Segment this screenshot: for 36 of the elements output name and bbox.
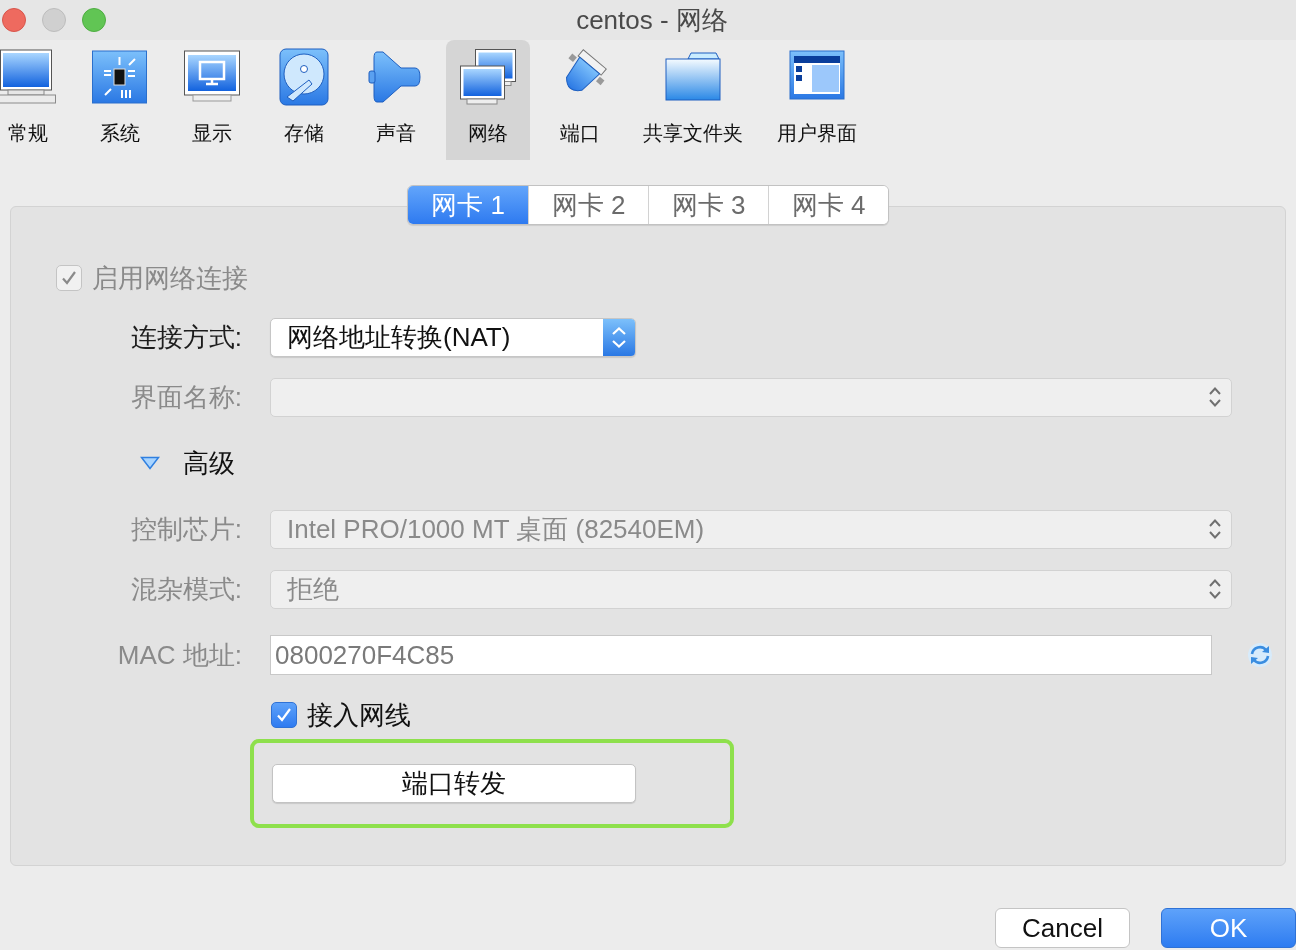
adapter-tab[interactable]: 网卡 4: [768, 186, 888, 224]
toolbar-button[interactable]: 存储: [262, 40, 346, 160]
section-label: 高级: [183, 446, 235, 480]
monitors-icon: [459, 48, 517, 106]
toolbar-button[interactable]: 系统: [78, 40, 162, 160]
chip-icon: [91, 48, 149, 106]
refresh-icon[interactable]: [1247, 642, 1273, 668]
chevrons-icon: [1208, 385, 1222, 409]
checkmark-icon: [275, 706, 293, 724]
cancel-button[interactable]: Cancel: [995, 908, 1130, 948]
checkmark-icon: [60, 269, 78, 287]
toolbar-button[interactable]: 共享文件夹: [630, 40, 756, 160]
toolbar-button[interactable]: 网络: [446, 40, 530, 160]
adapter-tab[interactable]: 网卡 3: [648, 186, 768, 224]
zoom-button[interactable]: [82, 8, 106, 32]
chevrons-icon: [1208, 517, 1222, 541]
toolbar-button[interactable]: 常规: [0, 40, 70, 160]
checkbox-label[interactable]: 接入网线: [307, 697, 411, 733]
field-label: 连接方式:: [129, 320, 242, 354]
checkbox[interactable]: [271, 702, 297, 728]
dropdown[interactable]: 网络地址转换(NAT): [270, 317, 636, 357]
disclosure-triangle-icon[interactable]: [140, 456, 160, 470]
field-label: MAC 地址:: [116, 638, 242, 672]
field-label: 混杂模式:: [129, 572, 242, 606]
field-label: 控制芯片:: [129, 512, 242, 546]
toolbar-button[interactable]: 用户界面: [764, 40, 870, 160]
close-button[interactable]: [2, 8, 26, 32]
window-title: centos - 网络: [575, 3, 728, 37]
field-label: 界面名称:: [129, 380, 242, 414]
toolbar-button[interactable]: 显示: [170, 40, 254, 160]
port-forwarding-button[interactable]: 端口转发: [272, 764, 636, 803]
toolbar-button[interactable]: 端口: [538, 40, 622, 160]
chevrons-icon: [603, 318, 635, 356]
adapter-tab[interactable]: 网卡 2: [528, 186, 648, 224]
chevrons-icon: [1208, 577, 1222, 601]
toolbar-button[interactable]: 声音: [354, 40, 438, 160]
